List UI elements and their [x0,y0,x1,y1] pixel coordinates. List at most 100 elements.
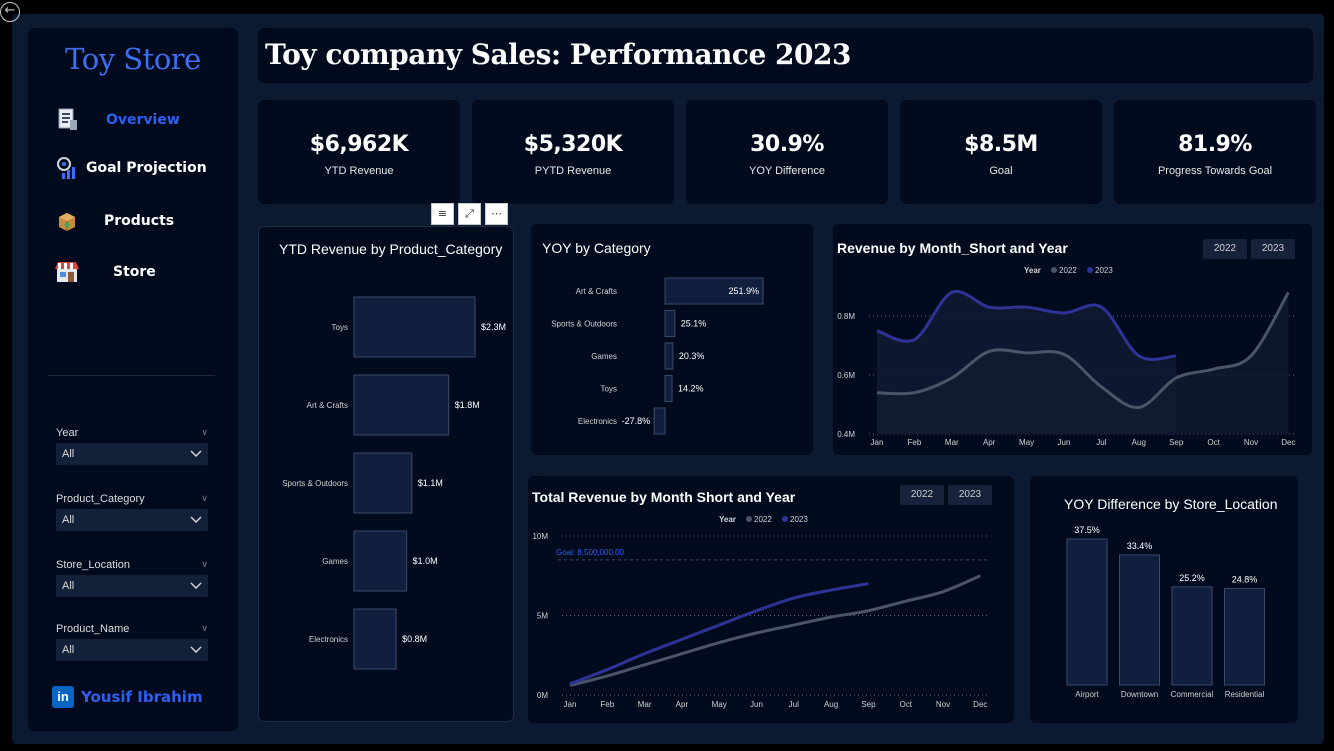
category-label: Art & Crafts [576,287,617,296]
nav-label-store: Store [113,264,156,280]
data-label: $1.0M [413,556,438,566]
kpi-card[interactable]: 81.9% Progress Towards Goal [1114,100,1316,204]
data-label: 33.4% [1127,541,1153,551]
x-tick-label: Dec [973,700,987,709]
data-label: $0.8M [402,634,427,644]
bar [353,530,408,592]
kpi-card[interactable]: $8.5M Goal [900,100,1102,204]
nav-label-products: Products [104,213,175,229]
category-label: Airport [1075,690,1099,699]
chevron-down-icon[interactable]: ∨ [201,624,208,634]
chevron-down-icon[interactable]: ∨ [201,560,208,570]
chevron-down-icon[interactable]: ∨ [201,494,208,504]
y-tick-label: 10M [532,532,548,541]
bar [664,342,674,370]
title-bar: Toy company Sales: Performance 2023 [258,28,1313,83]
filter-value: All [62,448,75,460]
x-tick-label: Jun [1058,438,1071,447]
category-label: Games [591,352,617,361]
nav-goal-projection[interactable]: Goal Projection [54,151,234,185]
legend-marker-2023 [1087,267,1093,273]
nav-products[interactable]: Products [54,204,234,238]
filter-product-category: Product_Category ∨ All [56,491,208,531]
bar [353,374,450,436]
filter-dropdown[interactable]: All [56,443,208,465]
data-label: 25.1% [681,319,707,329]
chart-ytd-revenue-by-category[interactable]: YTD Revenue by Product_Category Toys $2.3… [258,226,514,722]
category-label: Sports & Outdoors [282,479,348,488]
kpi-card[interactable]: $6,962K YTD Revenue [258,100,460,204]
x-tick-label: Dec [1281,438,1295,447]
goal-label: Goal: 8,500,000.00 [556,548,625,557]
x-tick-label: May [1019,438,1034,447]
kpi-value: 30.9% [750,132,824,157]
focus-mode-icon[interactable]: ⤢ [458,203,481,225]
legend-marker-2022 [746,516,752,522]
filter-label: Store_Location [56,559,130,571]
x-tick-label: Mar [638,700,652,709]
linkedin-icon: in [52,686,74,708]
nav-label-goal-projection: Goal Projection [86,160,207,176]
chart-total-revenue-cumulative[interactable]: Total Revenue by Month Short and Year 20… [528,476,1014,723]
sidebar: Toy Store Overview Goal Projection Produ… [28,28,238,731]
y-tick-label: 5M [537,612,548,621]
category-label: Electronics [578,417,617,426]
x-tick-label: Jul [1096,438,1106,447]
filter-icon[interactable]: ≡ [431,203,454,225]
kpi-card[interactable]: $5,320K PYTD Revenue [472,100,674,204]
x-tick-label: Nov [1244,438,1258,447]
x-tick-label: Mar [945,438,959,447]
legend-marker-2023 [782,516,788,522]
target-chart-icon [54,155,80,181]
bar [653,407,666,435]
legend-title: Year [1024,266,1041,275]
filter-dropdown[interactable]: All [56,639,208,661]
kpi-value: $5,320K [523,132,623,157]
bar [664,375,673,402]
column-bar [1224,587,1265,686]
column-chart: 37.5% Airport 33.4% Downtown 25.2% Commercial… [1066,525,1265,699]
kpi-value: $8.5M [964,132,1038,157]
chevron-down-icon [190,582,202,589]
data-label: 20.3% [679,351,705,361]
kpi-card[interactable]: 30.9% YOY Difference [686,100,888,204]
back-arrow-icon[interactable]: ← [0,2,20,22]
series-line-2023 [569,582,869,686]
x-tick-label: May [712,700,727,709]
nav-store[interactable]: Store [54,255,234,289]
category-label: Sports & Outdoors [551,320,617,329]
chevron-down-icon[interactable]: ∨ [201,428,208,438]
chart-yoy-by-category[interactable]: YOY by Category Art & Crafts 251.9% Sports… [531,224,813,455]
x-tick-label: Aug [824,700,838,709]
nav-overview[interactable]: Overview [54,103,234,137]
category-label: Commercial [1171,690,1214,699]
filter-year: Year ∨ All [56,425,208,465]
report-icon [54,107,80,133]
filter-dropdown[interactable]: All [56,509,208,531]
x-tick-label: Jan [564,700,577,709]
column-bar [1066,538,1108,686]
data-label: $1.8M [455,400,480,410]
chart-revenue-by-month[interactable]: Revenue by Month_Short and Year 2022 202… [833,224,1312,455]
legend-title: Year [719,515,736,524]
filter-value: All [62,580,75,592]
kpi-value: 81.9% [1178,132,1252,157]
data-label: 251.9% [728,286,759,296]
legend-label: 2023 [1095,266,1113,275]
legend-marker-2022 [1051,267,1057,273]
nav-label-overview: Overview [106,112,180,128]
author-link[interactable]: in Yousif Ibrahim [52,686,203,708]
filter-dropdown[interactable]: All [56,575,208,597]
kpi-value: $6,962K [309,132,409,157]
chevron-down-icon [190,516,202,523]
chart-yoy-by-store-location[interactable]: YOY Difference by Store_Location 37.5% Ai… [1030,476,1298,723]
data-label: -27.8% [622,416,651,426]
line-chart: 0.4M 0.6M 0.8M Jan Feb Mar Apr May Jun Jul Aug Sep O… [837,266,1295,447]
x-tick-label: Sep [1169,438,1184,447]
y-tick-label: 0.8M [837,312,855,321]
more-options-icon[interactable]: ⋯ [485,203,508,225]
data-label: $1.1M [418,478,443,488]
filter-label: Product_Category [56,493,145,505]
data-label: 24.8% [1232,574,1258,584]
page-title: Toy company Sales: Performance 2023 [265,38,851,71]
